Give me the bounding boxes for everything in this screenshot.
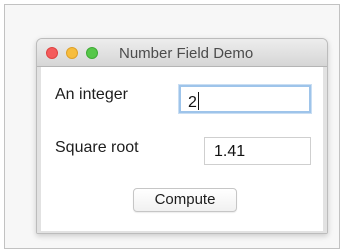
- close-window-button[interactable]: [46, 47, 58, 59]
- square-root-output: 1.41: [204, 137, 311, 165]
- content-panel: An integer 2 Square root 1.41 Compute: [37, 67, 327, 233]
- integer-input-value: 2: [188, 94, 197, 111]
- integer-label: An integer: [55, 86, 128, 103]
- figure-frame: Number Field Demo An integer 2 Square ro…: [4, 4, 340, 249]
- minimize-window-button[interactable]: [66, 47, 78, 59]
- app-window: Number Field Demo An integer 2 Square ro…: [36, 38, 328, 234]
- square-root-label: Square root: [55, 139, 139, 156]
- title-bar[interactable]: Number Field Demo: [37, 39, 327, 67]
- compute-button[interactable]: Compute: [133, 188, 237, 212]
- integer-input[interactable]: 2: [179, 85, 311, 113]
- maximize-window-button[interactable]: [86, 47, 98, 59]
- window-title: Number Field Demo: [119, 45, 254, 62]
- text-caret: [197, 92, 199, 110]
